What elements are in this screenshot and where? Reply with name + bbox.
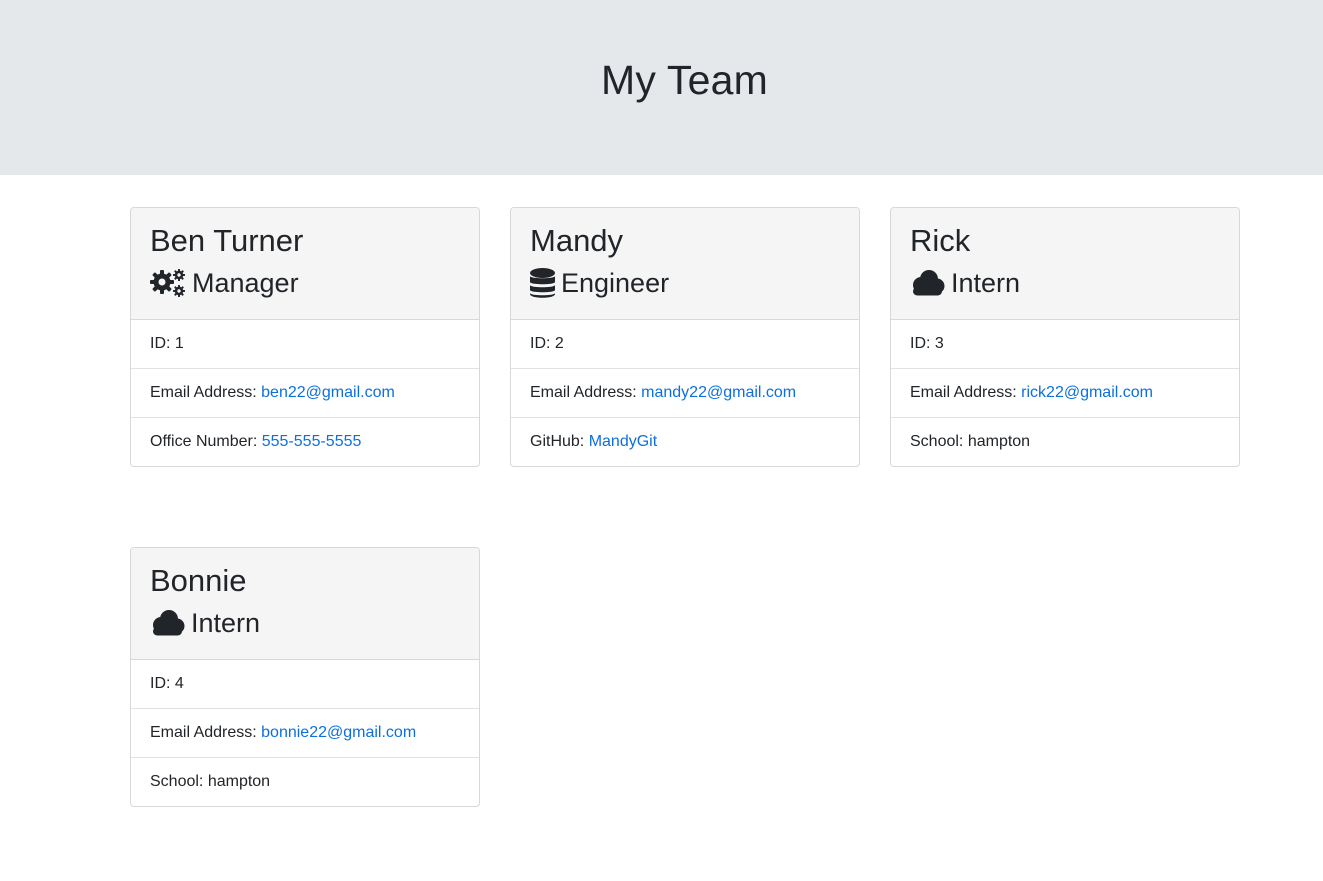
employee-name: Ben Turner: [150, 223, 304, 258]
id-text: ID: 3: [910, 335, 944, 352]
employee-card-intern: Bonnie Intern ID: 4 Email Address: bonni…: [130, 547, 480, 807]
employee-email: Email Address: bonnie22@gmail.com: [131, 709, 479, 758]
employee-card-engineer: Mandy Engineer ID: 2 Email Address: mand…: [510, 207, 860, 467]
page-title: My Team: [601, 57, 768, 103]
email-label: Email Address:: [530, 384, 642, 401]
email-label: Email Address:: [910, 384, 1022, 401]
school-label: School:: [910, 433, 968, 450]
github-link[interactable]: MandyGit: [589, 433, 657, 450]
employee-email: Email Address: ben22@gmail.com: [131, 369, 479, 418]
id-text: ID: 1: [150, 335, 184, 352]
employee-id: ID: 4: [131, 660, 479, 709]
office-number-label: Office Number:: [150, 433, 262, 450]
gears-icon: [150, 268, 186, 298]
card-header: Bonnie Intern: [131, 548, 479, 660]
employee-name: Rick: [910, 223, 971, 258]
email-link[interactable]: bonnie22@gmail.com: [261, 724, 416, 741]
role-label: Intern: [951, 268, 1021, 298]
role-label: Intern: [191, 608, 261, 638]
id-text: ID: 4: [150, 675, 184, 692]
role-label: Manager: [192, 268, 299, 298]
role-label: Engineer: [561, 268, 670, 298]
cloud-icon: [910, 270, 945, 296]
email-link[interactable]: rick22@gmail.com: [1021, 384, 1153, 401]
database-icon: [530, 268, 555, 298]
employee-school: School: hampton: [131, 758, 479, 806]
cloud-icon: [150, 610, 185, 636]
employee-id: ID: 3: [891, 320, 1239, 369]
card-header: Ben Turner Manager: [131, 208, 479, 320]
employee-name: Mandy: [530, 223, 624, 258]
email-link[interactable]: mandy22@gmail.com: [641, 384, 796, 401]
employee-office-number: Office Number: 555-555-5555: [131, 418, 479, 466]
employee-card-intern: Rick Intern ID: 3 Email Address: rick22@…: [890, 207, 1240, 467]
email-link[interactable]: ben22@gmail.com: [261, 384, 395, 401]
page-header: My Team: [0, 0, 1323, 175]
employee-name: Bonnie: [150, 563, 247, 598]
employee-email: Email Address: rick22@gmail.com: [891, 369, 1239, 418]
email-label: Email Address:: [150, 384, 262, 401]
office-number-link[interactable]: 555-555-5555: [262, 433, 362, 450]
employee-github: GitHub: MandyGit: [511, 418, 859, 466]
email-label: Email Address:: [150, 724, 262, 741]
employee-email: Email Address: mandy22@gmail.com: [511, 369, 859, 418]
school-label: School:: [150, 773, 208, 790]
github-label: GitHub:: [530, 433, 589, 450]
id-text: ID: 2: [530, 335, 564, 352]
school-value: hampton: [207, 773, 271, 790]
employee-role: Engineer: [530, 267, 669, 299]
employee-role: Intern: [150, 607, 260, 639]
employee-school: School: hampton: [891, 418, 1239, 466]
employee-card-manager: Ben Turner Manager ID: 1 Email Address: …: [130, 207, 480, 467]
employee-id: ID: 1: [131, 320, 479, 369]
school-value: hampton: [967, 433, 1031, 450]
employee-role: Intern: [910, 267, 1020, 299]
employee-id: ID: 2: [511, 320, 859, 369]
card-header: Mandy Engineer: [511, 208, 859, 320]
employee-role: Manager: [150, 267, 299, 299]
card-header: Rick Intern: [891, 208, 1239, 320]
